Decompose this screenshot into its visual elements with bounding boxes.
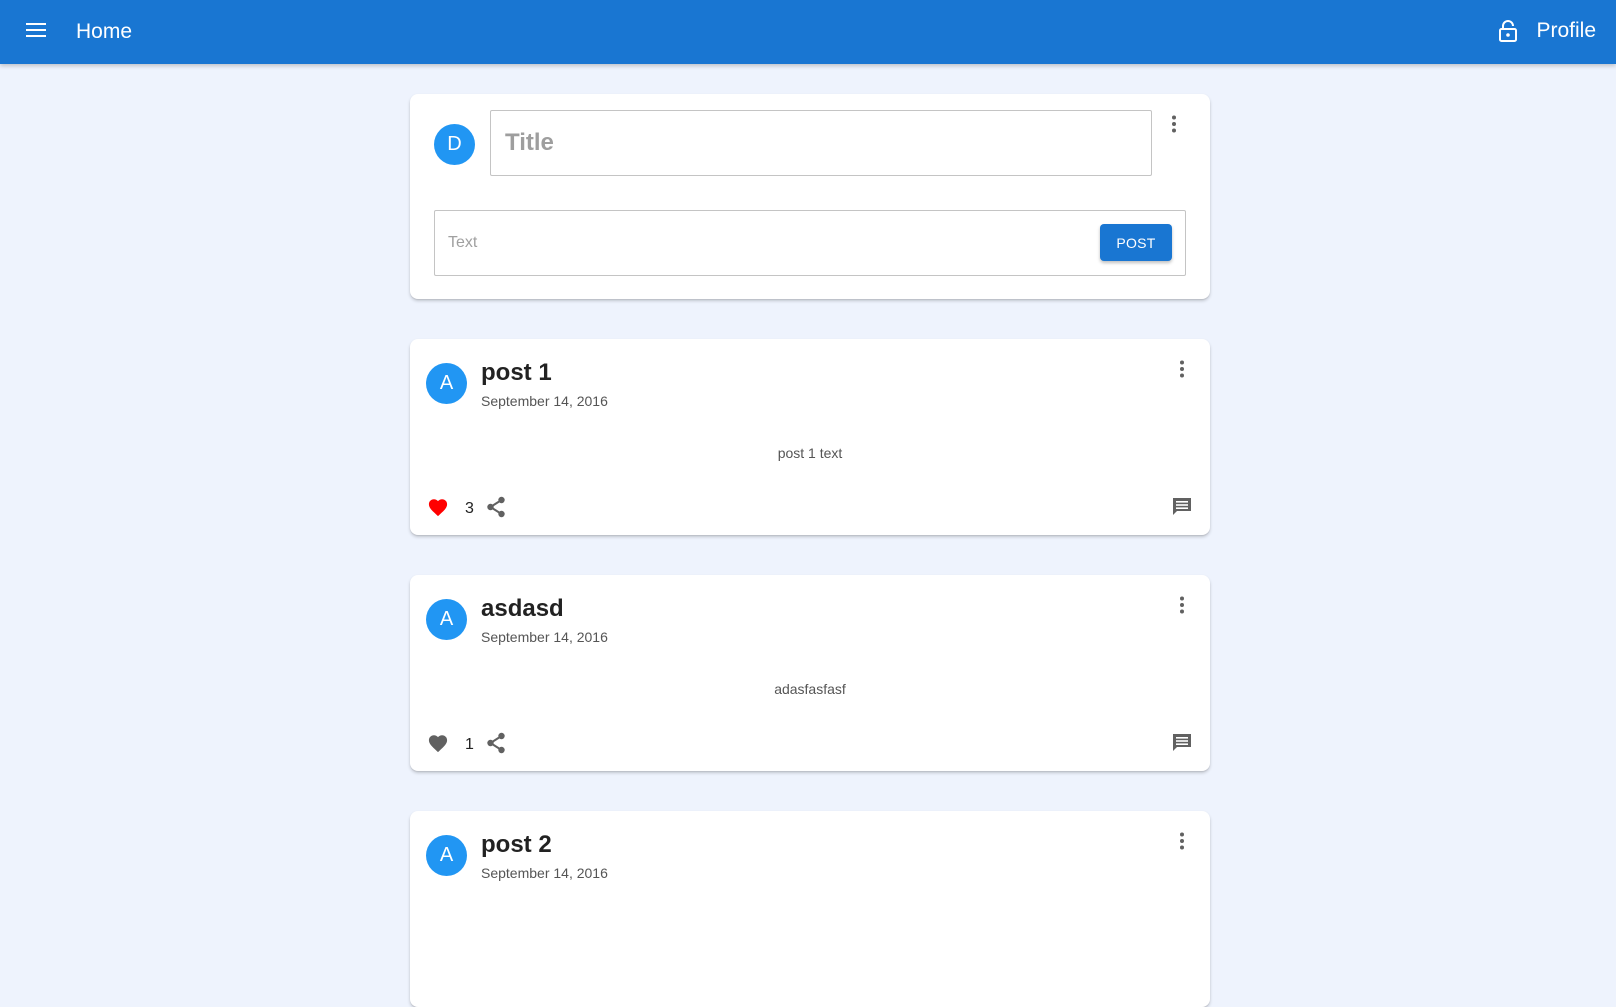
post-body: adasfasfasf: [774, 681, 846, 697]
heart-icon: [427, 497, 449, 522]
post-date: September 14, 2016: [481, 865, 608, 881]
profile-button[interactable]: Profile: [1496, 14, 1596, 48]
menu-button[interactable]: [20, 16, 52, 48]
heart-icon: [427, 733, 449, 758]
share-button[interactable]: [484, 732, 508, 759]
post-title: post 1: [481, 359, 552, 386]
avatar: A: [426, 599, 467, 640]
like-button[interactable]: [426, 497, 450, 521]
post-button[interactable]: POST: [1100, 224, 1172, 261]
app-bar: Home Profile: [0, 0, 1616, 64]
avatar: D: [434, 124, 475, 165]
post-menu-button[interactable]: [1170, 831, 1194, 855]
like-count: 1: [465, 736, 474, 753]
comment-button[interactable]: [1170, 733, 1194, 757]
menu-icon: [26, 22, 46, 42]
comment-button[interactable]: [1170, 497, 1194, 521]
more-vert-icon: [1179, 832, 1185, 855]
post-card: A asdasd September 14, 2016 adasfasfasf …: [410, 575, 1210, 771]
app-title: Home: [76, 20, 133, 43]
title-input[interactable]: [490, 110, 1152, 176]
post-date: September 14, 2016: [481, 629, 608, 645]
share-button[interactable]: [484, 496, 508, 523]
avatar: A: [426, 835, 467, 876]
more-vert-icon: [1179, 360, 1185, 383]
more-vert-icon: [1171, 115, 1177, 138]
post-title: post 2: [481, 831, 552, 858]
text-field: POST: [434, 210, 1186, 276]
profile-label: Profile: [1536, 19, 1596, 42]
post-title: asdasd: [481, 595, 564, 622]
like-count: 3: [465, 500, 474, 517]
share-icon: [486, 732, 506, 759]
post-card: A post 1 September 14, 2016 post 1 text …: [410, 339, 1210, 535]
like-button[interactable]: [426, 733, 450, 757]
avatar: A: [426, 363, 467, 404]
new-post-card: D POST: [410, 94, 1210, 299]
comment-icon: [1171, 496, 1193, 523]
more-vert-icon: [1179, 596, 1185, 619]
post-card: A post 2 September 14, 2016: [410, 811, 1210, 1007]
lock-open-icon: [1496, 19, 1520, 43]
composer-menu-button[interactable]: [1162, 114, 1186, 138]
post-date: September 14, 2016: [481, 393, 608, 409]
post-menu-button[interactable]: [1170, 359, 1194, 383]
post-menu-button[interactable]: [1170, 595, 1194, 619]
text-input[interactable]: [435, 211, 1101, 275]
comment-icon: [1171, 732, 1193, 759]
post-body: post 1 text: [777, 445, 843, 461]
share-icon: [486, 496, 506, 523]
